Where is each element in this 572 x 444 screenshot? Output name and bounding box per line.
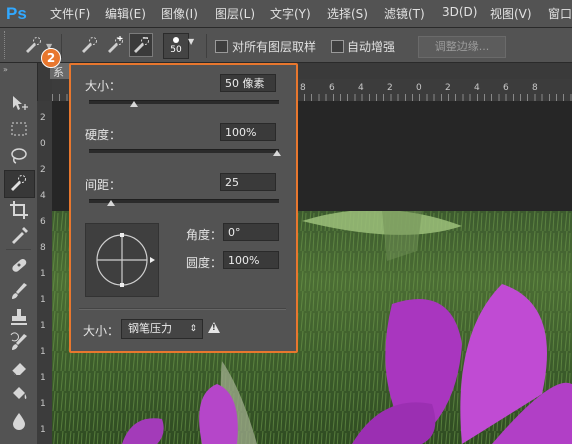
ruler-label: 2 <box>445 83 451 93</box>
menu-bar: Ps 文件(F) 编辑(E) 图像(I) 图层(L) 文字(Y) 选择(S) 滤… <box>0 0 572 28</box>
brush-tool-icon[interactable] <box>8 280 30 302</box>
ruler-label: 0 <box>40 139 46 149</box>
roundness-label: 圆度： <box>186 256 223 270</box>
popup-divider <box>79 308 286 310</box>
ruler-label: 0 <box>416 83 422 93</box>
hardness-input[interactable]: 100% <box>220 123 276 141</box>
ruler-label: 1 <box>40 373 46 383</box>
hardness-slider-thumb[interactable] <box>273 150 281 156</box>
eraser-tool-icon[interactable] <box>8 357 30 379</box>
healing-brush-tool-icon[interactable] <box>8 254 30 276</box>
chevron-down-icon[interactable]: ▼ <box>188 37 198 51</box>
auto-enhance-label: 自动增强 <box>347 40 396 54</box>
marquee-tool-icon[interactable] <box>8 118 30 140</box>
size-label: 大小： <box>85 79 122 93</box>
ruler-label: 8 <box>532 83 538 93</box>
pen-pressure-value: 钢笔压力 <box>128 322 172 335</box>
ruler-label: 8 <box>300 83 306 93</box>
ruler-label: 4 <box>474 83 480 93</box>
menu-edit[interactable]: 编辑(E) <box>105 5 146 22</box>
warning-mark: ! <box>212 323 216 332</box>
clone-stamp-tool-icon[interactable] <box>8 306 30 328</box>
hardness-slider-track[interactable] <box>89 149 279 153</box>
menu-3d[interactable]: 3D(D) <box>442 5 477 19</box>
menu-filter[interactable]: 滤镜(T) <box>384 5 425 22</box>
roundness-input[interactable]: 100% <box>223 251 279 269</box>
app-logo: Ps <box>6 4 27 23</box>
warning-icon: ! <box>208 322 220 333</box>
menu-view[interactable]: 视图(V) <box>490 5 532 22</box>
options-grip[interactable] <box>4 31 9 59</box>
menu-file[interactable]: 文件(F) <box>50 5 90 22</box>
size-slider-thumb[interactable] <box>130 101 138 107</box>
collapse-toolbox-icon[interactable]: » <box>3 65 8 74</box>
ruler-label: 6 <box>329 83 335 93</box>
quick-selection-preset-icon[interactable] <box>22 34 44 56</box>
eyedropper-tool-icon[interactable] <box>8 224 30 246</box>
divider <box>206 34 207 58</box>
ruler-label: 8 <box>40 243 46 253</box>
new-selection-icon[interactable] <box>78 34 100 56</box>
menu-window[interactable]: 窗口 <box>548 5 572 22</box>
size-slider-track[interactable] <box>89 100 279 104</box>
sample-all-layers-checkbox[interactable] <box>215 40 228 53</box>
spacing-slider-thumb[interactable] <box>107 200 115 206</box>
pressure-size-label: 大小： <box>83 324 120 338</box>
menu-layer[interactable]: 图层(L) <box>215 5 255 22</box>
menu-type[interactable]: 文字(Y) <box>270 5 311 22</box>
spacing-label: 间距： <box>85 178 122 192</box>
step-callout-badge: 2 <box>41 48 61 68</box>
vertical-ruler[interactable]: 2 0 2 4 6 8 1 1 1 1 1 1 1 <box>37 101 53 444</box>
angle-label: 角度： <box>186 228 223 242</box>
pen-pressure-select[interactable]: 钢笔压力 ⇕ <box>121 319 203 339</box>
brush-angle-roundness-preview[interactable] <box>85 223 159 297</box>
ruler-label: 1 <box>40 321 46 331</box>
brush-size-picker[interactable]: 50 <box>163 33 189 59</box>
select-arrows-icon: ⇕ <box>189 324 197 334</box>
menu-image[interactable]: 图像(I) <box>161 5 198 22</box>
subtract-from-selection-icon[interactable] <box>129 33 153 57</box>
brush-size-value: 50 <box>170 45 182 55</box>
ruler-label: 4 <box>40 191 46 201</box>
ruler-label: 2 <box>40 165 46 175</box>
brush-options-popup: 大小： 50 像素 硬度： 100% 间距： 25 角度： 0° 圆度： 100… <box>69 63 298 353</box>
angle-input[interactable]: 0° <box>223 223 279 241</box>
refine-edge-button[interactable]: 调整边缘... <box>418 36 506 58</box>
ruler-label: 6 <box>40 217 46 227</box>
move-tool-icon[interactable] <box>8 93 30 115</box>
divider <box>6 249 31 250</box>
ruler-label: 1 <box>40 347 46 357</box>
ruler-label: 6 <box>503 83 509 93</box>
brush-tip-icon <box>173 37 179 43</box>
crop-tool-icon[interactable] <box>8 199 30 221</box>
ruler-label: 2 <box>387 83 393 93</box>
auto-enhance-checkbox[interactable] <box>331 40 344 53</box>
blur-tool-icon[interactable] <box>8 410 30 432</box>
quick-selection-tool-icon[interactable] <box>7 172 29 194</box>
ruler-label: 1 <box>40 399 46 409</box>
size-input[interactable]: 50 像素 <box>220 74 276 92</box>
ruler-label: 4 <box>358 83 364 93</box>
history-brush-tool-icon[interactable] <box>8 331 30 353</box>
lasso-tool-icon[interactable] <box>8 145 30 167</box>
paint-bucket-tool-icon[interactable] <box>8 383 30 405</box>
ruler-label: 1 <box>40 295 46 305</box>
sample-all-layers-label: 对所有图层取样 <box>232 40 317 54</box>
spacing-slider-track[interactable] <box>89 199 279 203</box>
menu-select[interactable]: 选择(S) <box>327 5 368 22</box>
divider <box>61 34 62 58</box>
hardness-label: 硬度： <box>85 128 122 142</box>
add-to-selection-icon[interactable] <box>104 34 126 56</box>
ruler-label: 1 <box>40 425 46 435</box>
spacing-input[interactable]: 25 <box>220 173 276 191</box>
ruler-label: 1 <box>40 269 46 279</box>
ruler-label: 2 <box>40 113 46 123</box>
